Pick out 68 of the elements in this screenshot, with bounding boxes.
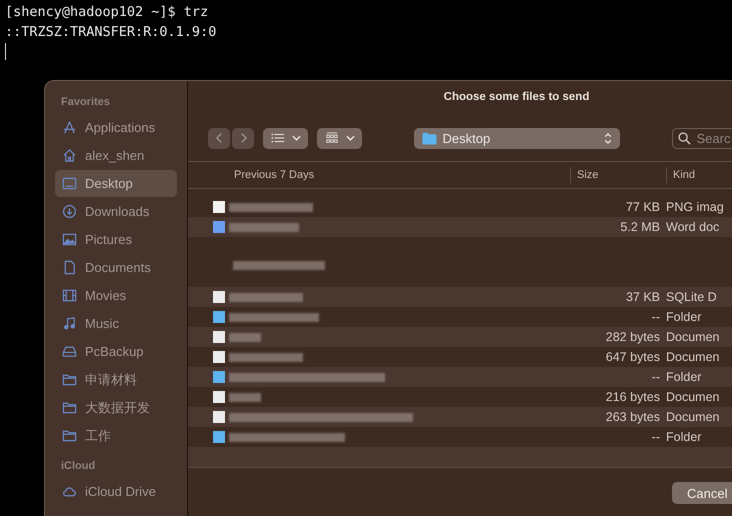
file-kind: Documen — [665, 330, 720, 344]
file-kind: Documen — [665, 350, 720, 364]
file-kind: Documen — [665, 390, 720, 404]
file-size: 77 KB — [624, 200, 660, 214]
column-header[interactable]: Size — [570, 167, 666, 183]
chevron-left-icon — [214, 132, 224, 144]
file-size: 5.2 MB — [619, 220, 660, 234]
file-kind: Folder — [665, 370, 702, 384]
sidebar-item[interactable]: iCloud Drive — [55, 478, 177, 505]
pixelated-file-name — [229, 332, 261, 342]
dialog-title: Choose some files to send — [442, 90, 590, 105]
terminal-line: [shency@hadoop102 ~]$ trz — [5, 3, 210, 22]
file-kind: SQLite D — [665, 290, 717, 304]
file-size: 282 bytes — [604, 330, 660, 344]
column-header[interactable]: Kind — [666, 167, 696, 183]
forward-button[interactable] — [232, 128, 254, 148]
sidebar-item[interactable]: Applications — [55, 114, 177, 141]
music-note-icon — [62, 316, 77, 331]
cancel-button[interactable]: Cancel — [672, 482, 732, 504]
sidebar-item[interactable]: Documents — [55, 254, 177, 281]
search-icon — [678, 132, 690, 144]
sidebar-heading: iCloud — [60, 460, 96, 474]
document-icon — [62, 260, 77, 275]
sidebar-item[interactable]: 工作 — [55, 422, 177, 449]
picture-icon — [62, 232, 77, 247]
sidebar-item[interactable]: 大数据开发 — [55, 394, 177, 421]
file-size: 37 KB — [624, 290, 660, 304]
file-size: 263 bytes — [604, 410, 660, 424]
sidebar-item[interactable]: Movies — [55, 282, 177, 309]
search-field[interactable]: Searc — [672, 128, 732, 148]
list-icon — [270, 132, 284, 144]
file-kind: Folder — [665, 430, 702, 444]
chevron-down-icon — [292, 135, 300, 141]
terminal-line: ::TRZSZ:TRANSFER:R:0.1.9:0 — [5, 23, 218, 42]
sidebar-item[interactable]: PcBackup — [55, 338, 177, 365]
file-kind: Documen — [665, 410, 720, 424]
film-icon — [62, 288, 77, 303]
file-kind: PNG imag — [665, 200, 724, 214]
house-icon — [62, 148, 77, 163]
sidebar-heading: Favorites — [60, 96, 111, 110]
drive-icon — [62, 344, 77, 359]
sidebar-item[interactable]: Downloads — [55, 198, 177, 225]
up-down-arrows-icon — [604, 132, 612, 144]
file-size: 647 bytes — [604, 350, 660, 364]
text-cursor — [5, 43, 6, 60]
file-size: -- — [650, 310, 660, 324]
download-icon — [62, 204, 77, 219]
file-kind: Folder — [665, 310, 702, 324]
file-kind: Word doc — [665, 220, 720, 234]
column-header[interactable]: Previous 7 Days — [188, 162, 570, 188]
pixelated-file-name — [229, 392, 261, 402]
group-view-button[interactable] — [317, 128, 362, 148]
file-size: -- — [650, 370, 660, 384]
back-button[interactable] — [208, 128, 230, 148]
sidebar-item[interactable]: 申请材料 — [55, 366, 177, 393]
file-size: -- — [650, 430, 660, 444]
sidebar-item[interactable]: Music — [55, 310, 177, 337]
sidebar-item[interactable]: Pictures — [55, 226, 177, 253]
chevron-down-icon — [346, 135, 354, 141]
chevron-right-icon — [238, 132, 248, 144]
pixelated-file-name — [229, 222, 299, 232]
grid-icon — [324, 132, 338, 144]
sidebar-item[interactable]: Desktop — [55, 170, 177, 197]
location-popup[interactable]: Desktop — [414, 128, 620, 148]
monitor-icon — [62, 176, 77, 191]
file-size: 216 bytes — [604, 390, 660, 404]
sidebar-item[interactable]: alex_shen — [55, 142, 177, 169]
list-view-button[interactable] — [263, 128, 308, 148]
